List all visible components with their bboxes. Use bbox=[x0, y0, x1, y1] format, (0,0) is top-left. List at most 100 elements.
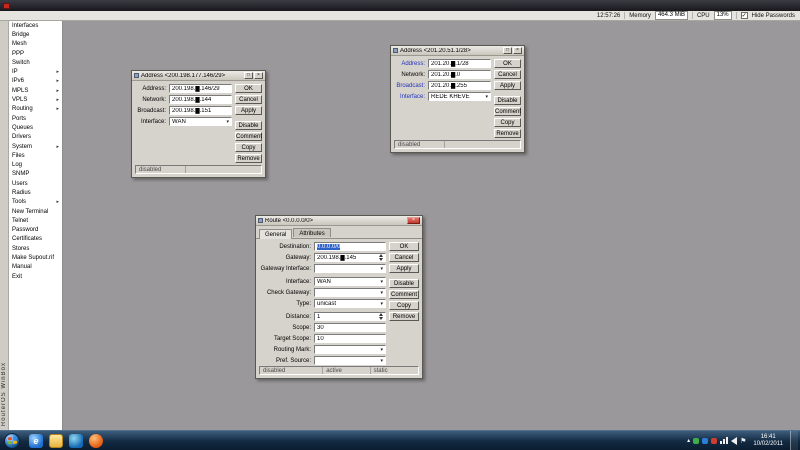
action-center-flag-icon[interactable]: ⚑ bbox=[740, 437, 746, 445]
network-input[interactable]: 200.198.█.144 bbox=[169, 95, 232, 104]
system-tray: ▴ ⚑ 16:41 10/02/2011 bbox=[687, 430, 800, 450]
apply-button[interactable]: Apply bbox=[494, 81, 521, 90]
menu-item[interactable]: Files bbox=[9, 151, 62, 160]
menu-item[interactable]: MPLS ▸ bbox=[9, 86, 62, 95]
gateway-interface-select[interactable]: ▾ bbox=[314, 264, 386, 273]
remove-button[interactable]: Remove bbox=[494, 129, 521, 138]
broadcast-input[interactable]: 201.20.█.255 bbox=[428, 81, 491, 90]
menu-item[interactable]: VPLS ▸ bbox=[9, 95, 62, 104]
menu-item[interactable]: Interfaces bbox=[9, 21, 62, 30]
menu-item[interactable]: Drivers bbox=[9, 133, 62, 142]
spinner-icon[interactable] bbox=[377, 313, 383, 320]
volume-icon[interactable] bbox=[731, 436, 738, 445]
firefox-icon[interactable] bbox=[89, 433, 103, 448]
maximize-button[interactable]: □ bbox=[503, 47, 512, 54]
target-scope-input[interactable]: 10 bbox=[314, 334, 386, 343]
status-disabled: disabled bbox=[260, 367, 324, 374]
menu-item[interactable]: New Terminal bbox=[9, 207, 62, 216]
routing-mark-select[interactable]: ▾ bbox=[314, 345, 386, 354]
copy-button[interactable]: Copy bbox=[494, 118, 521, 127]
close-button[interactable]: × bbox=[513, 47, 522, 54]
dialog-titlebar[interactable]: Route <0.0.0.0/0> × bbox=[256, 216, 422, 226]
disable-button[interactable]: Disable bbox=[235, 121, 262, 130]
menu-item[interactable]: Queues bbox=[9, 123, 62, 132]
media-player-icon[interactable] bbox=[69, 433, 83, 448]
tray-expand-icon[interactable]: ▴ bbox=[687, 437, 690, 444]
tray-app-icon-blue[interactable] bbox=[702, 437, 709, 444]
menu-item[interactable]: Log bbox=[9, 160, 62, 169]
broadcast-input[interactable]: 200.198.█.151 bbox=[169, 106, 232, 115]
menu-item[interactable]: Make Supout.rif bbox=[9, 253, 62, 262]
interface-select[interactable]: WAN ▾ bbox=[314, 277, 386, 286]
close-button[interactable]: × bbox=[407, 217, 420, 224]
status-toolbar: 12:57:26 Memory 464.3 MiB CPU 13% ✓ Hide… bbox=[0, 11, 800, 21]
menu-item[interactable]: Ports bbox=[9, 114, 62, 123]
maximize-button[interactable]: □ bbox=[244, 72, 253, 79]
tab-attributes[interactable]: Attributes bbox=[293, 228, 331, 237]
spinner-icon[interactable] bbox=[377, 254, 383, 261]
tab-general[interactable]: General bbox=[259, 229, 293, 239]
window-titlebar[interactable] bbox=[0, 0, 800, 11]
interface-select[interactable]: WAN ▾ bbox=[169, 117, 232, 126]
pref-source-select[interactable]: ▾ bbox=[314, 356, 386, 365]
scope-input[interactable]: 30 bbox=[314, 323, 386, 332]
menu-item[interactable]: System ▸ bbox=[9, 142, 62, 151]
menu-item[interactable]: Switch bbox=[9, 58, 62, 67]
tray-app-icon-green[interactable] bbox=[693, 437, 700, 444]
menu-item[interactable]: Mesh bbox=[9, 40, 62, 49]
apply-button[interactable]: Apply bbox=[389, 264, 419, 273]
menu-item[interactable]: Exit bbox=[9, 272, 62, 281]
menu-item[interactable]: Telnet bbox=[9, 216, 62, 225]
type-select[interactable]: unicast ▾ bbox=[314, 299, 386, 308]
menu-item[interactable]: Users bbox=[9, 179, 62, 188]
address-input[interactable]: 200.198.█.146/29 bbox=[169, 84, 232, 93]
disable-button[interactable]: Disable bbox=[494, 96, 521, 105]
copy-button[interactable]: Copy bbox=[389, 301, 419, 310]
dialog-titlebar[interactable]: Address <201.20.51.1/28> □ × bbox=[391, 46, 524, 56]
remove-button[interactable]: Remove bbox=[389, 312, 419, 321]
menu-item[interactable]: Bridge bbox=[9, 30, 62, 39]
remove-button[interactable]: Remove bbox=[235, 154, 262, 163]
hide-passwords-checkbox[interactable]: ✓ bbox=[740, 12, 748, 19]
menu-item[interactable]: Certificates bbox=[9, 235, 62, 244]
network-input[interactable]: 201.20.█.0 bbox=[428, 70, 491, 79]
menu-item[interactable]: Tools ▸ bbox=[9, 198, 62, 207]
menu-item[interactable]: SNMP bbox=[9, 170, 62, 179]
show-desktop-button[interactable] bbox=[790, 430, 798, 450]
menu-item[interactable]: Manual bbox=[9, 263, 62, 272]
comment-button[interactable]: Comment bbox=[235, 132, 262, 141]
comment-button[interactable]: Comment bbox=[389, 290, 419, 299]
menu-item[interactable]: Stores bbox=[9, 244, 62, 253]
cancel-button[interactable]: Cancel bbox=[494, 70, 521, 79]
menu-item[interactable]: PPP bbox=[9, 49, 62, 58]
taskbar-clock[interactable]: 16:41 10/02/2011 bbox=[749, 434, 787, 448]
interface-select[interactable]: REDE KHEVE ▾ bbox=[428, 92, 491, 101]
dialog-titlebar[interactable]: Address <200.198.177.146/29> □ × bbox=[132, 71, 265, 81]
ok-button[interactable]: OK bbox=[494, 59, 521, 68]
internet-explorer-icon[interactable]: e bbox=[29, 433, 43, 448]
comment-button[interactable]: Comment bbox=[494, 107, 521, 116]
menu-item[interactable]: IP ▸ bbox=[9, 67, 62, 76]
check-gateway-select[interactable]: ▾ bbox=[314, 288, 386, 297]
ok-button[interactable]: OK bbox=[389, 242, 419, 251]
menu-item[interactable]: Password bbox=[9, 226, 62, 235]
cancel-button[interactable]: Cancel bbox=[389, 253, 419, 262]
destination-input[interactable]: 0.0.0.0/0 bbox=[314, 242, 386, 251]
menu-item[interactable]: Radius bbox=[9, 188, 62, 197]
cancel-button[interactable]: Cancel bbox=[235, 95, 262, 104]
distance-input[interactable]: 1 bbox=[314, 312, 386, 321]
menu-item[interactable]: Routing ▸ bbox=[9, 105, 62, 114]
copy-button[interactable]: Copy bbox=[235, 143, 262, 152]
tray-app-icon-red[interactable] bbox=[711, 437, 718, 444]
menu-item[interactable]: IPv6 ▸ bbox=[9, 77, 62, 86]
network-icon[interactable] bbox=[720, 437, 729, 444]
ok-button[interactable]: OK bbox=[235, 84, 262, 93]
windows-explorer-icon[interactable] bbox=[49, 433, 63, 448]
gateway-input[interactable]: 200.198.█.145 bbox=[314, 253, 386, 262]
address-input[interactable]: 201.20.█.1/28 bbox=[428, 59, 491, 68]
close-button[interactable]: × bbox=[254, 72, 263, 79]
distance-label: Distance: bbox=[285, 313, 311, 320]
apply-button[interactable]: Apply bbox=[235, 106, 262, 115]
start-button[interactable] bbox=[4, 432, 20, 449]
disable-button[interactable]: Disable bbox=[389, 279, 419, 288]
